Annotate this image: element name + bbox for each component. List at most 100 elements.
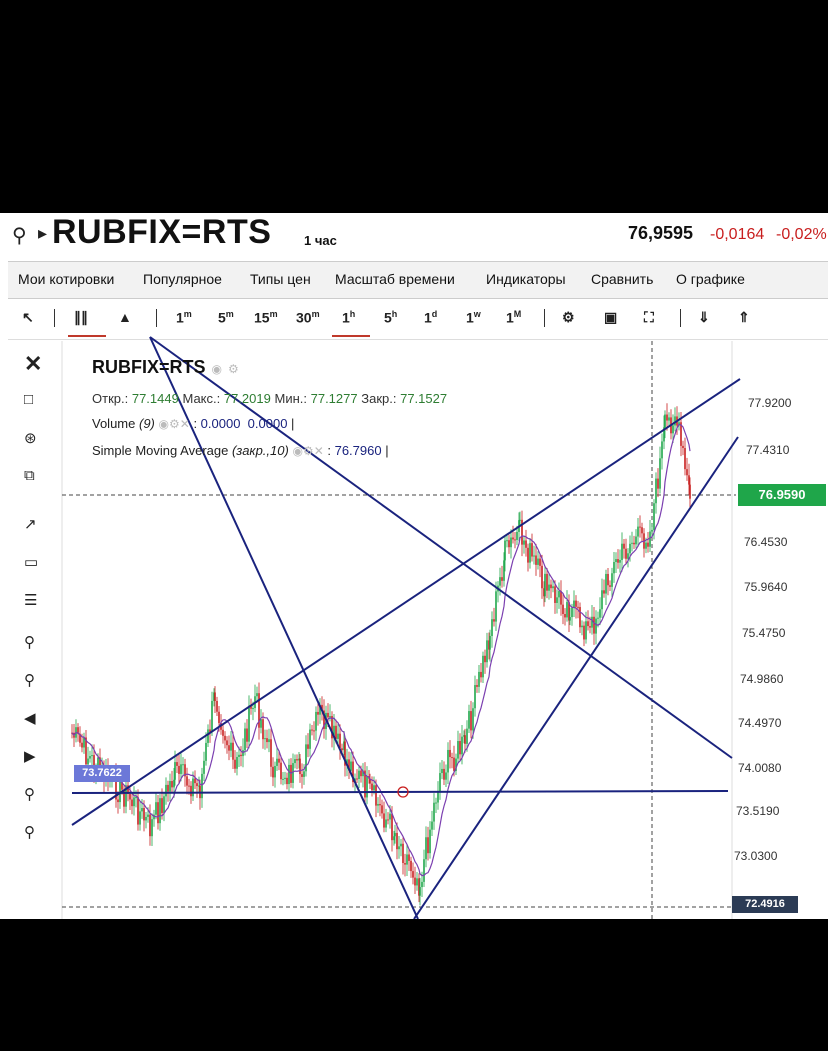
candle-body	[155, 802, 157, 815]
candle-body	[589, 626, 591, 628]
gear-icon[interactable]: ⚙	[228, 362, 239, 376]
price-axis-label: 74.4970	[738, 716, 782, 730]
candle-body	[541, 565, 543, 589]
candle-body	[595, 618, 597, 634]
eye-icon[interactable]: ◉	[159, 417, 169, 431]
candle-body	[689, 484, 691, 499]
candle-body	[137, 797, 139, 825]
candle-body	[145, 816, 147, 821]
candle-body	[151, 819, 153, 837]
candle-body	[218, 711, 220, 724]
candle-body	[139, 811, 141, 825]
candle-body	[176, 762, 178, 766]
candle-body	[396, 832, 398, 850]
eye-icon[interactable]: ◉	[292, 444, 302, 458]
candle-body	[196, 783, 198, 787]
candle-body	[416, 878, 418, 886]
candle-body	[686, 469, 688, 476]
candle-body	[412, 871, 414, 878]
candle-body	[664, 414, 666, 428]
candle-body	[631, 542, 633, 544]
candle-body	[350, 761, 352, 771]
candle-body	[441, 768, 443, 774]
candle-body	[447, 749, 449, 773]
candle-body	[240, 754, 242, 757]
remove-icon[interactable]: ✕	[180, 417, 190, 431]
candle-body	[429, 829, 431, 854]
gear-icon[interactable]: ⚙	[169, 417, 180, 431]
candle-body	[668, 417, 670, 421]
candle-body	[566, 602, 568, 618]
candle-body	[360, 770, 362, 777]
candle-body	[385, 819, 387, 828]
candle-body	[647, 542, 649, 547]
candle-body	[645, 542, 647, 549]
gear-icon[interactable]: ⚙	[303, 444, 314, 458]
candle-body	[577, 606, 579, 608]
candle-body	[493, 619, 495, 622]
candle-body	[87, 758, 89, 765]
candle-body	[216, 700, 218, 712]
sma-value: 76.7960	[334, 443, 382, 458]
candle-body	[512, 537, 514, 540]
volume-value: 0.0000	[200, 416, 241, 431]
sma-params: (закр.,10)	[231, 443, 289, 458]
candle-body	[387, 819, 389, 821]
candle-body	[311, 729, 313, 731]
candle-body	[629, 543, 631, 554]
horizontal-level-badge[interactable]: 73.7622	[74, 765, 130, 782]
candle-body	[402, 843, 404, 864]
candle-body	[404, 863, 406, 865]
candle-body	[296, 759, 298, 761]
candle-body	[470, 711, 472, 731]
candle-body	[651, 529, 653, 532]
candle-body	[317, 711, 319, 715]
candle-body	[228, 745, 230, 751]
candle-body	[383, 813, 385, 828]
candle-body	[143, 807, 145, 821]
candle-body	[147, 814, 149, 817]
candle-body	[174, 762, 176, 780]
candle-body	[486, 640, 488, 663]
candle-body	[194, 778, 196, 784]
candle-body	[327, 712, 329, 718]
remove-icon[interactable]: ✕	[314, 444, 324, 458]
sma-label: Simple Moving Average	[92, 443, 229, 458]
candle-body	[504, 540, 506, 561]
candle-body	[379, 803, 381, 806]
candle-body	[410, 860, 412, 872]
candle-body	[381, 805, 383, 814]
candle-body	[525, 540, 527, 548]
candle-body	[135, 797, 137, 799]
candle-body	[89, 756, 91, 759]
candle-body	[398, 846, 400, 850]
candle-body	[341, 748, 343, 751]
candle-body	[657, 478, 659, 489]
candle-body	[190, 785, 192, 797]
candle-body	[391, 813, 393, 841]
candle-body	[303, 771, 305, 777]
candle-body	[503, 560, 505, 581]
price-chart[interactable]	[0, 213, 828, 919]
candle-body	[682, 445, 684, 449]
candle-body	[280, 762, 282, 780]
candlestick-series	[71, 403, 691, 906]
candle-body	[406, 854, 408, 865]
candle-body	[587, 621, 589, 627]
volume-value-secondary: 0.0000	[247, 416, 288, 431]
candle-body	[292, 763, 294, 783]
candle-body	[688, 475, 690, 485]
candle-body	[207, 729, 209, 743]
low-value: 77.1277	[310, 391, 358, 406]
candle-body	[165, 784, 167, 797]
candle-body	[182, 764, 184, 766]
candle-body	[546, 573, 548, 591]
candle-body	[548, 584, 550, 591]
candle-body	[585, 621, 587, 640]
candle-body	[484, 655, 486, 663]
candle-body	[246, 728, 248, 742]
candle-body	[619, 560, 621, 563]
eye-icon[interactable]: ◉	[212, 362, 222, 376]
candle-body	[276, 758, 278, 766]
candle-body	[201, 773, 203, 799]
